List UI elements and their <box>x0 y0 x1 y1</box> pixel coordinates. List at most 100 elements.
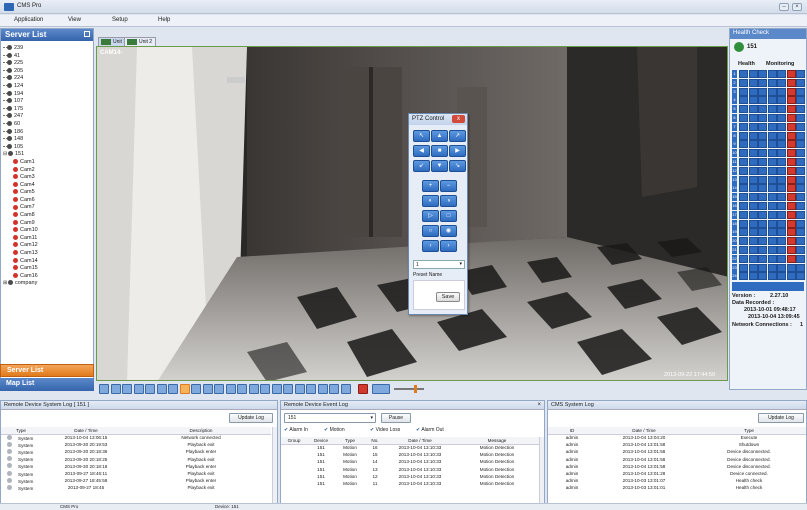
tree-camera-item[interactable]: Cam5 <box>3 189 91 197</box>
tree-camera-item[interactable]: Cam3 <box>3 174 91 182</box>
layout-button-1[interactable] <box>99 384 109 394</box>
layout-button-8[interactable] <box>179 384 190 394</box>
tree-group-item[interactable]: ⊞ company <box>3 280 91 288</box>
filter-checkbox[interactable]: ✔ Motion <box>324 427 345 433</box>
table-row[interactable]: 151 Motion 12 2013-10-04 13:10:33 Motion Det… <box>281 473 539 480</box>
menu-setup[interactable]: Setup <box>112 17 128 23</box>
event-log-close-icon[interactable]: × <box>537 402 541 408</box>
tab-unit-2[interactable]: Unit 2 <box>124 37 157 46</box>
tree-camera-item[interactable]: Cam16 <box>3 273 91 281</box>
tree-server-item-open[interactable]: ⊟ 151 <box>3 151 91 159</box>
ptz-focus-near-button[interactable]: ◐ <box>422 195 439 207</box>
tree-server-item[interactable]: 41 <box>3 53 91 61</box>
layout-button-5[interactable] <box>145 384 155 394</box>
layout-button-11[interactable] <box>214 384 224 394</box>
menu-view[interactable]: View <box>68 17 81 23</box>
tree-server-item[interactable]: 186 <box>3 129 91 137</box>
table-row[interactable]: System 2013-09-30 20:19:53 Playback exit <box>1 441 271 448</box>
tree-server-item[interactable]: 247 <box>3 113 91 121</box>
ptz-zoom-in-button[interactable]: + <box>422 180 439 192</box>
table-row[interactable]: admin 2013-10-04 13:01:58 Device disconnec… <box>548 456 806 463</box>
tree-camera-item[interactable]: Cam7 <box>3 204 91 212</box>
minimize-button[interactable]: – <box>779 3 789 11</box>
table-row[interactable]: System 2013-09-30 20:18:18 Playback enter <box>1 463 271 470</box>
tree-server-item[interactable]: 107 <box>3 98 91 106</box>
tree-server-item[interactable]: 205 <box>3 68 91 76</box>
filter-checkbox[interactable]: ✔ Alarm Out <box>416 427 444 433</box>
ptz-left-button[interactable]: ◀ <box>413 145 430 157</box>
layout-button-6[interactable] <box>156 384 167 394</box>
tree-server-item[interactable]: 225 <box>3 60 91 68</box>
tree-camera-item[interactable]: Cam6 <box>3 197 91 205</box>
layout-button-15[interactable] <box>260 384 270 394</box>
tree-server-item[interactable]: 148 <box>3 136 91 144</box>
layout-button-13[interactable] <box>237 384 247 394</box>
ptz-next-preset-button[interactable]: › <box>440 240 457 252</box>
filter-checkbox[interactable]: ✔ Alarm In <box>284 427 308 433</box>
tree-server-item[interactable]: 175 <box>3 106 91 114</box>
layout-button-20[interactable] <box>317 384 328 394</box>
tree-camera-item[interactable]: Cam2 <box>3 167 91 175</box>
tree-server-item[interactable]: 105 <box>3 144 91 152</box>
close-window-button[interactable]: × <box>792 3 802 11</box>
layout-button-16[interactable] <box>271 384 282 394</box>
layout-button-14[interactable] <box>248 384 259 394</box>
layout-button-12[interactable] <box>225 384 236 394</box>
table-row[interactable]: System 2013-10-04 13:06:15 Network connect… <box>1 434 271 441</box>
table-row[interactable]: admin 2013-10-04 13:01:58 Shutdown <box>548 441 806 448</box>
ptz-up-left-button[interactable]: ↖ <box>413 130 430 142</box>
ptz-down-button[interactable]: ▼ <box>431 160 448 172</box>
table-row[interactable]: admin 2013-10-04 13:01:58 Device disconnec… <box>548 463 806 470</box>
table-row[interactable]: admin 2013-10-04 13:01:28 Device connected… <box>548 470 806 477</box>
ptz-iris-open-button[interactable]: ○ <box>422 225 439 237</box>
tree-camera-item[interactable]: Cam10 <box>3 227 91 235</box>
layout-button-17[interactable] <box>283 384 293 394</box>
event-log-scrollbar[interactable] <box>539 437 544 509</box>
tree-server-item[interactable]: 239 <box>3 45 91 53</box>
table-row[interactable]: System 2013-09-27 18:45 Playback exit <box>1 484 271 491</box>
ptz-iris-close-button[interactable]: ◉ <box>440 225 457 237</box>
ptz-stop-button[interactable]: □ <box>440 210 457 222</box>
ptz-preset-select[interactable]: 1 ▾ <box>413 260 465 269</box>
table-row[interactable]: admin 2013-10-03 13:01:01 Health check <box>548 484 806 491</box>
table-row[interactable]: 151 Motion 14 2013-10-04 13:10:33 Motion Det… <box>281 458 539 465</box>
tree-camera-item[interactable]: Cam11 <box>3 235 91 243</box>
layout-button-2[interactable] <box>110 384 121 394</box>
menu-application[interactable]: Application <box>14 17 43 23</box>
ptz-prev-preset-button[interactable]: ‹ <box>422 240 439 252</box>
table-row[interactable]: System 2013-09-27 18:45:58 Playback enter <box>1 477 271 484</box>
pin-icon[interactable] <box>84 31 90 37</box>
volume-slider[interactable] <box>394 388 424 390</box>
ptz-home-button[interactable]: ■ <box>431 145 448 157</box>
layout-button-10[interactable] <box>202 384 213 394</box>
filter-checkbox[interactable]: ✔ Video Loss <box>370 427 400 433</box>
tree-camera-item[interactable]: Cam9 <box>3 220 91 228</box>
server-list-tab[interactable]: Server List <box>0 364 94 377</box>
table-row[interactable]: admin 2013-10-03 13:01:07 Health check <box>548 477 806 484</box>
ptz-up-right-button[interactable]: ↗ <box>449 130 466 142</box>
layout-button-22[interactable] <box>340 384 351 394</box>
layout-button-19[interactable] <box>306 384 316 394</box>
tree-camera-item[interactable]: Cam14 <box>3 258 91 266</box>
tree-server-item[interactable]: 224 <box>3 75 91 83</box>
ptz-close-button[interactable]: x <box>452 115 465 123</box>
layout-button-4[interactable] <box>133 384 144 394</box>
device-update-log-button[interactable]: Update Log <box>229 413 273 423</box>
table-row[interactable]: admin 2013-10-04 13:04:20 Execute <box>548 434 806 441</box>
map-list-tab[interactable]: Map List <box>0 378 94 391</box>
table-row[interactable]: admin 2013-10-04 13:01:58 Device disconnec… <box>548 448 806 455</box>
ptz-down-left-button[interactable]: ↙ <box>413 160 430 172</box>
pause-button[interactable]: Pause <box>381 413 411 423</box>
audio-button[interactable] <box>372 384 390 394</box>
tree-camera-item[interactable]: Cam4 <box>3 182 91 190</box>
tree-server-item[interactable]: 60 <box>3 121 91 129</box>
layout-button-21[interactable] <box>329 384 339 394</box>
layout-button-18[interactable] <box>294 384 305 394</box>
table-row[interactable]: 151 Motion 16 2013-10-04 13:10:33 Motion Det… <box>281 444 539 451</box>
ptz-zoom-out-button[interactable]: − <box>440 180 457 192</box>
tree-camera-item[interactable]: Cam8 <box>3 212 91 220</box>
tree-camera-item[interactable]: Cam12 <box>3 242 91 250</box>
ptz-right-button[interactable]: ▶ <box>449 145 466 157</box>
table-row[interactable]: System 2013-09-30 20:18:25 Playback exit <box>1 456 271 463</box>
ptz-down-right-button[interactable]: ↘ <box>449 160 466 172</box>
